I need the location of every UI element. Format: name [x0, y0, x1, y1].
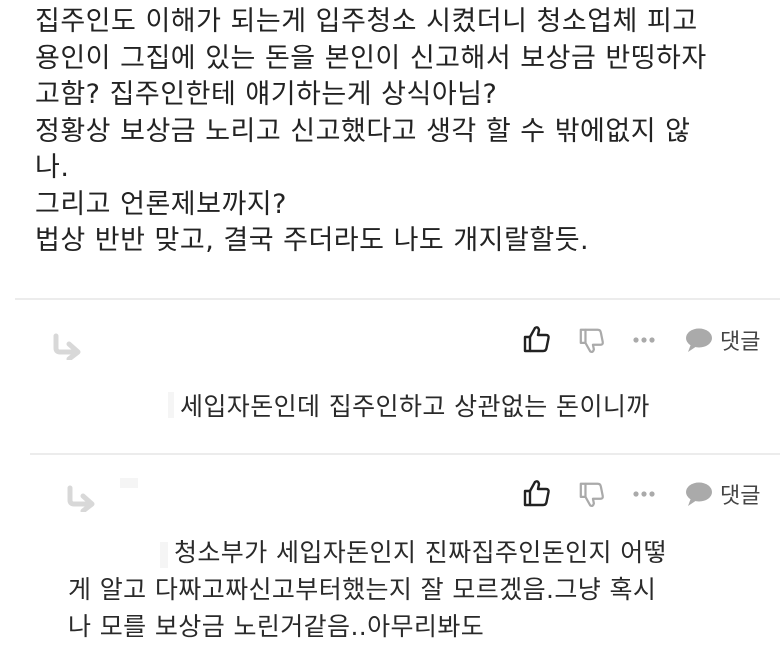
thumbs-down-icon[interactable] [578, 481, 606, 509]
comment-text: 세입자돈인데 집주인하고 상관없는 돈이니까 [180, 388, 650, 425]
reply-button[interactable]: 댓글 [684, 478, 760, 510]
more-icon[interactable] [632, 336, 656, 344]
more-icon[interactable] [632, 490, 656, 498]
divider [30, 453, 780, 455]
reply-arrow-icon[interactable] [50, 332, 84, 360]
comment-line: 세입자돈인데 집주인하고 상관없는 돈이니까 [180, 392, 650, 421]
reply-arrow-icon[interactable] [64, 484, 98, 512]
comment-author-placeholder [168, 392, 174, 418]
post-line: 집주인도 이해가 되는게 입주청소 시켰더니 청소업체 피고 [35, 6, 698, 37]
comment-line: 게 알고 다짜고짜신고부터했는지 잘 모르겠음.그냥 혹시 [68, 575, 657, 604]
thumbs-down-icon[interactable] [578, 327, 606, 355]
comment-author-placeholder [120, 478, 138, 488]
post-line: 그리고 언론제보까지? [35, 188, 287, 220]
post-body: 집주인도 이해가 되는게 입주청소 시켰더니 청소업체 피고 용인이 그집에 있… [35, 4, 775, 260]
post-action-bar: 댓글 [0, 322, 780, 362]
reply-button[interactable]: 댓글 [684, 324, 760, 356]
divider [15, 298, 780, 300]
post-line: 정황상 보상금 노리고 신고했다고 생각 할 수 밖에없지 않 [35, 115, 691, 147]
speech-bubble-icon [686, 328, 712, 352]
comment-action-bar: 댓글 [0, 476, 780, 516]
thumbs-up-icon[interactable] [522, 324, 552, 354]
comment-line: 나 모를 보상금 노린거같음..아무리봐도 [68, 612, 485, 641]
comment-text: 청소부가 세입자돈인지 진짜집주인돈인지 어떻 게 알고 다짜고짜신고부터했는지… [68, 534, 667, 645]
post-line: 고함? 집주인한테 얘기하는게 상식아님? [35, 79, 498, 110]
speech-bubble-icon [686, 482, 712, 506]
thumbs-up-icon[interactable] [522, 478, 552, 508]
post-line: 나. [35, 152, 70, 183]
post-line: 용인이 그집에 있는 돈을 본인이 신고해서 보상금 반띵하자 [35, 42, 707, 74]
comment-line: 청소부가 세입자돈인지 진짜집주인돈인지 어떻 [174, 538, 668, 567]
post-line: 법상 반반 맞고, 결국 주더라도 나도 개지랄할듯. [35, 225, 590, 256]
reply-label: 댓글 [720, 484, 761, 509]
reply-label: 댓글 [720, 330, 761, 355]
